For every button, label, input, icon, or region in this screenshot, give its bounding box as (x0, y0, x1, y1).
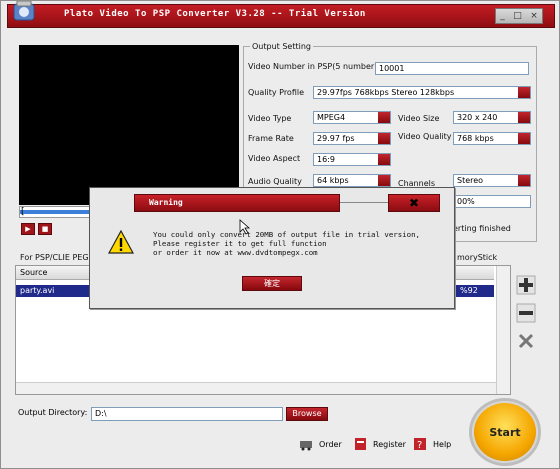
video-quality-label: Video Quality (398, 132, 452, 141)
window-title: Plato Video To PSP Converter V3.28 -- Tr… (64, 9, 366, 19)
play-button[interactable]: ▶ (21, 223, 35, 235)
audio-quality-label: Audio Quality (248, 177, 302, 186)
remove-file-icon[interactable] (516, 303, 536, 323)
order-button[interactable]: Order (299, 435, 342, 453)
svg-text:?: ? (417, 440, 422, 451)
status-text: erting finished (453, 224, 511, 233)
register-label: Register (373, 439, 406, 449)
video-type-select[interactable]: MPEG4 (313, 111, 391, 124)
video-number-label: Video Number in PSP(5 number) (248, 62, 378, 71)
percent-field: 00% (453, 195, 531, 208)
dropdown-arrow-icon[interactable] (378, 175, 390, 186)
cart-icon (300, 441, 312, 451)
dropdown-arrow-icon[interactable] (518, 112, 530, 123)
register-button[interactable]: Register (353, 435, 406, 453)
row-progress: %92 (460, 286, 478, 295)
browse-button[interactable]: Browse (286, 407, 328, 421)
audio-quality-value: 64 kbps (317, 176, 349, 185)
quality-profile-value: 29.97fps 768kbps Stereo 128kbps (317, 88, 455, 97)
dropdown-arrow-icon[interactable] (518, 175, 530, 186)
video-aspect-label: Video Aspect (248, 154, 301, 163)
video-number-input[interactable]: 10001 (375, 62, 529, 75)
start-button[interactable]: Start (472, 401, 538, 463)
minimize-button[interactable]: _ (500, 11, 505, 21)
vertical-scrollbar[interactable] (496, 266, 510, 394)
help-icon: ? (414, 438, 426, 451)
window-controls: _ □ × (495, 8, 543, 24)
warning-icon (108, 230, 134, 254)
video-size-label: Video Size (398, 114, 440, 123)
add-file-icon[interactable] (516, 275, 536, 295)
output-directory-input[interactable]: D:\ (91, 407, 283, 421)
frame-rate-value: 29.97 fps (317, 134, 355, 143)
dropdown-arrow-icon[interactable] (378, 154, 390, 165)
frame-rate-select[interactable]: 29.97 fps (313, 132, 391, 145)
dialog-title-bar[interactable]: Warning (134, 194, 340, 212)
tab-psp-clie[interactable]: For PSP/CLIE PEG (20, 253, 89, 262)
dialog-divider (340, 202, 388, 203)
dialog-ok-button[interactable]: 確定 (242, 276, 302, 291)
dropdown-arrow-icon[interactable] (378, 133, 390, 144)
audio-quality-select[interactable]: 64 kbps (313, 174, 391, 187)
video-quality-value: 768 kbps (457, 134, 494, 143)
close-button[interactable]: × (530, 11, 538, 21)
stop-button[interactable]: ■ (38, 223, 52, 235)
quality-profile-label: Quality Profile (248, 88, 305, 97)
main-window: Plato Video To PSP Converter V3.28 -- Tr… (0, 0, 560, 469)
video-size-value: 320 x 240 (457, 113, 498, 122)
horizontal-scrollbar[interactable] (16, 382, 496, 394)
dropdown-arrow-icon[interactable] (378, 112, 390, 123)
video-type-label: Video Type (248, 114, 292, 123)
help-label: Help (433, 439, 452, 449)
quality-profile-select[interactable]: 29.97fps 768kbps Stereo 128kbps (313, 86, 531, 99)
frame-rate-label: Frame Rate (248, 134, 294, 143)
video-preview (19, 45, 239, 205)
dialog-message: You could only convert 20MB of output fi… (153, 230, 420, 257)
mouse-cursor-icon (239, 219, 251, 235)
video-quality-select[interactable]: 768 kbps (453, 132, 531, 145)
seek-handle-icon[interactable]: [ (21, 207, 25, 217)
channels-select[interactable]: Stereo (453, 174, 531, 187)
order-label: Order (319, 439, 342, 449)
output-setting-legend: Output Setting (252, 42, 311, 51)
app-logo-icon (13, 1, 35, 21)
dialog-title: Warning (149, 198, 183, 207)
channels-value: Stereo (457, 176, 484, 185)
clear-list-icon[interactable] (516, 331, 536, 351)
help-button[interactable]: ? Help (413, 435, 451, 453)
register-icon (355, 438, 366, 450)
maximize-button[interactable]: □ (513, 11, 522, 21)
output-directory-label: Output Directory: (18, 408, 88, 417)
title-bar[interactable]: Plato Video To PSP Converter V3.28 -- Tr… (7, 4, 555, 28)
row-source: party.avi (20, 286, 55, 295)
dropdown-arrow-icon[interactable] (518, 133, 530, 144)
dialog-close-button[interactable]: ✖ (388, 194, 440, 212)
video-type-value: MPEG4 (317, 113, 346, 122)
dropdown-arrow-icon[interactable] (518, 87, 530, 98)
video-size-select[interactable]: 320 x 240 (453, 111, 531, 124)
video-aspect-value: 16:9 (317, 155, 335, 164)
warning-dialog: Warning ✖ You could only convert 20MB of… (89, 187, 455, 309)
tab-memorystick[interactable]: moryStick (457, 253, 497, 262)
video-aspect-select[interactable]: 16:9 (313, 153, 391, 166)
